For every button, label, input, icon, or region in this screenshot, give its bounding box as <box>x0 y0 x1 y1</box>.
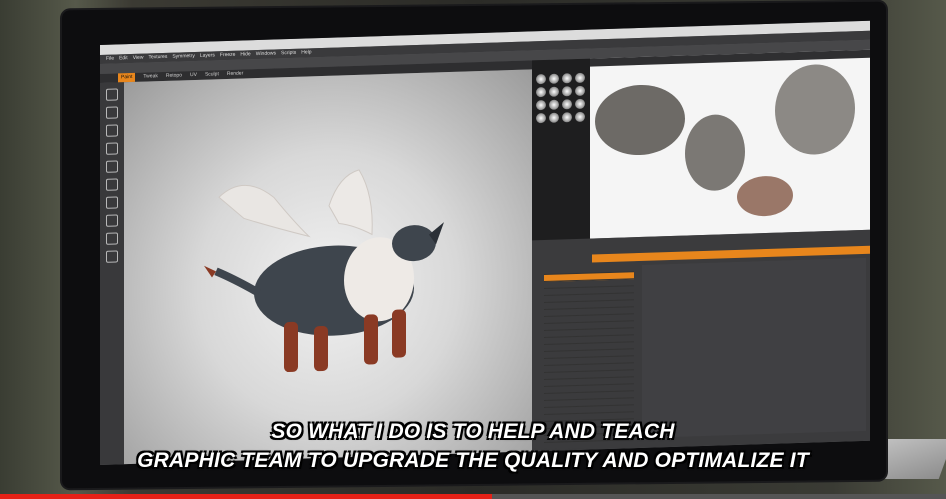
layer-properties-area <box>642 257 866 438</box>
tab-uv[interactable]: UV <box>190 71 197 80</box>
brush-preset[interactable] <box>575 72 585 84</box>
app-screen: File Edit View Textures Symmetry Layers … <box>100 20 870 465</box>
monitor: File Edit View Textures Symmetry Layers … <box>62 1 886 489</box>
video-progress-fill <box>0 494 492 499</box>
brush-tool-icon[interactable] <box>106 88 118 101</box>
brush-preset[interactable] <box>562 99 572 110</box>
clone-tool-icon[interactable] <box>106 178 118 191</box>
video-progress-bar[interactable] <box>0 494 946 499</box>
caption-line-1: SO WHAT I DO IS TO HELP AND TEACH <box>271 420 675 443</box>
texture-preview-panel <box>590 49 870 239</box>
select-tool-icon[interactable] <box>106 142 118 155</box>
tab-tweak[interactable]: Tweak <box>143 72 157 81</box>
brush-preset[interactable] <box>549 112 559 123</box>
brush-grid <box>536 72 588 124</box>
brush-preset[interactable] <box>536 73 546 85</box>
picker-tool-icon[interactable] <box>106 250 118 263</box>
3d-viewport[interactable] <box>124 69 532 465</box>
brush-preset[interactable] <box>536 99 546 111</box>
layer-list <box>544 265 634 444</box>
transform-tool-icon[interactable] <box>106 214 118 227</box>
fill-tool-icon[interactable] <box>106 124 118 137</box>
pen-tool-icon[interactable] <box>106 232 118 245</box>
left-toolbar <box>100 82 124 465</box>
brush-preset[interactable] <box>562 112 572 123</box>
brush-preset[interactable] <box>536 86 546 98</box>
brush-preset[interactable] <box>575 111 585 123</box>
tab-sculpt[interactable]: Sculpt <box>205 70 219 79</box>
brush-preset[interactable] <box>549 73 559 84</box>
menu-hide[interactable]: Hide <box>240 50 250 59</box>
brush-preset[interactable] <box>549 99 559 110</box>
brush-preset[interactable] <box>562 86 572 97</box>
brush-preset[interactable] <box>575 98 585 110</box>
menu-help[interactable]: Help <box>301 48 311 57</box>
brush-preset[interactable] <box>575 85 585 97</box>
layers-panel <box>532 229 870 452</box>
brush-preset[interactable] <box>536 112 546 124</box>
menu-view[interactable]: View <box>133 54 144 63</box>
brush-preset[interactable] <box>562 73 572 84</box>
eraser-tool-icon[interactable] <box>106 106 118 119</box>
menu-edit[interactable]: Edit <box>119 54 128 63</box>
text-tool-icon[interactable] <box>106 196 118 209</box>
griffin-model <box>204 169 444 373</box>
caption-line-2: GRAPHIC TEAM TO UPGRADE THE QUALITY AND … <box>137 449 809 472</box>
smudge-tool-icon[interactable] <box>106 160 118 173</box>
brush-preset[interactable] <box>549 86 559 97</box>
uv-texture-pieces <box>595 64 855 217</box>
menu-file[interactable]: File <box>106 55 114 64</box>
